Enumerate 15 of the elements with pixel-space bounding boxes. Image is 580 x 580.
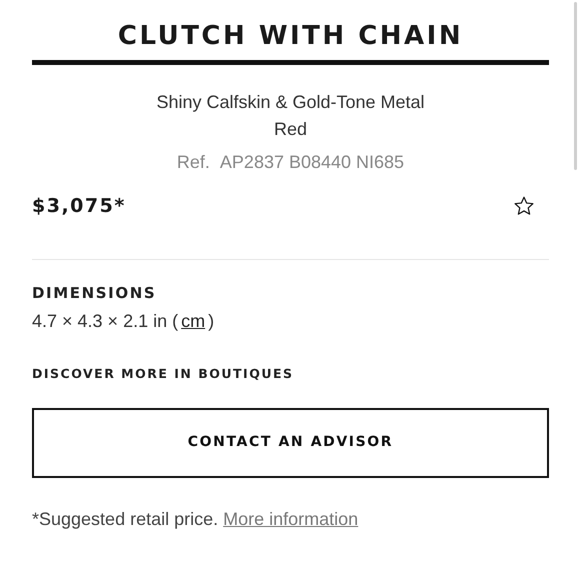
dimensions-heading: DIMENSIONS — [32, 282, 158, 304]
color-text: Red — [272, 118, 308, 141]
dimensions-text: 4.7 × 4.3 × 2.1 in ( cm ) — [32, 310, 216, 333]
contact-advisor-button[interactable]: CONTACT AN ADVISOR — [32, 408, 549, 478]
more-information-link[interactable]: More information — [223, 508, 358, 529]
price-text: $3,075* — [32, 194, 126, 219]
favorite-star-icon[interactable] — [513, 195, 535, 218]
scrollbar-thumb[interactable] — [574, 2, 577, 170]
unit-toggle-link[interactable]: cm — [178, 311, 208, 331]
material-text: Shiny Calfskin & Gold-Tone Metal — [155, 91, 426, 114]
product-title: CLUTCH WITH CHAIN — [116, 20, 464, 53]
boutiques-heading: DISCOVER MORE IN BOUTIQUES — [32, 365, 295, 383]
reference-label: Ref. — [176, 152, 210, 172]
reference-code: AP2837 B08440 NI685 — [220, 152, 404, 172]
footnote-text: *Suggested retail price. More information — [32, 508, 360, 531]
